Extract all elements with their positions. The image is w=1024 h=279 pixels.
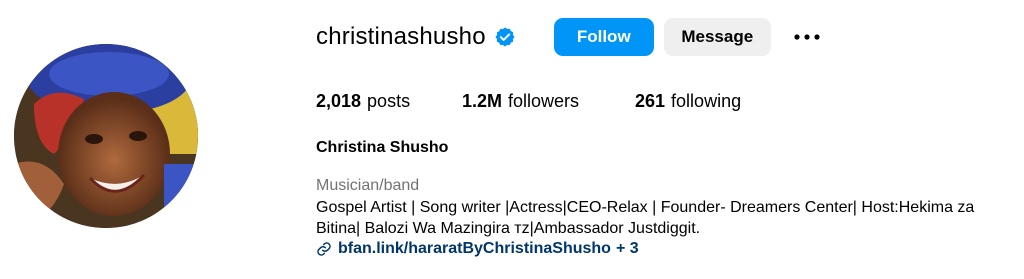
bio-line: Bitina| Balozi Wa Mazingira ᴛᴢ|Ambassado… [316,220,701,237]
more-links-count[interactable]: + 3 [616,240,639,258]
bio-line: Gospel Artist | Song writer |Actress|CEO… [316,199,975,216]
profile-bio: Gospel Artist | Song writer |Actress|CEO… [316,197,1016,239]
profile-full-name: Christina Shusho [316,139,449,156]
followers-label: followers [508,91,580,111]
following-stat[interactable]: 261 following [635,91,741,112]
posts-label: posts [367,91,411,111]
link-icon [316,241,332,257]
profile-stats: 2,018 posts 1.2M followers 261 following [316,91,741,112]
profile-header-row: christinashusho Follow Message [316,17,821,57]
avatar-photo [14,44,198,228]
followers-count: 1.2M [462,91,503,111]
following-label: following [671,91,742,111]
follow-button[interactable]: Follow [553,18,654,56]
following-count: 261 [635,91,666,111]
message-button[interactable]: Message [663,18,771,56]
profile-avatar[interactable] [14,44,198,228]
profile-header: christinashusho Follow Message 2,018 pos… [0,0,1024,279]
profile-link-row[interactable]: bfan.link/hararatByChristinaShusho + 3 [316,240,639,258]
profile-username: christinashusho [316,23,486,50]
verified-badge-icon [494,26,516,48]
profile-category: Musician/band [316,177,420,194]
more-options-icon[interactable] [793,23,821,51]
posts-count: 2,018 [316,91,362,111]
profile-link[interactable]: bfan.link/hararatByChristinaShusho [338,240,611,258]
followers-stat[interactable]: 1.2M followers [462,91,635,112]
posts-stat: 2,018 posts [316,91,462,112]
